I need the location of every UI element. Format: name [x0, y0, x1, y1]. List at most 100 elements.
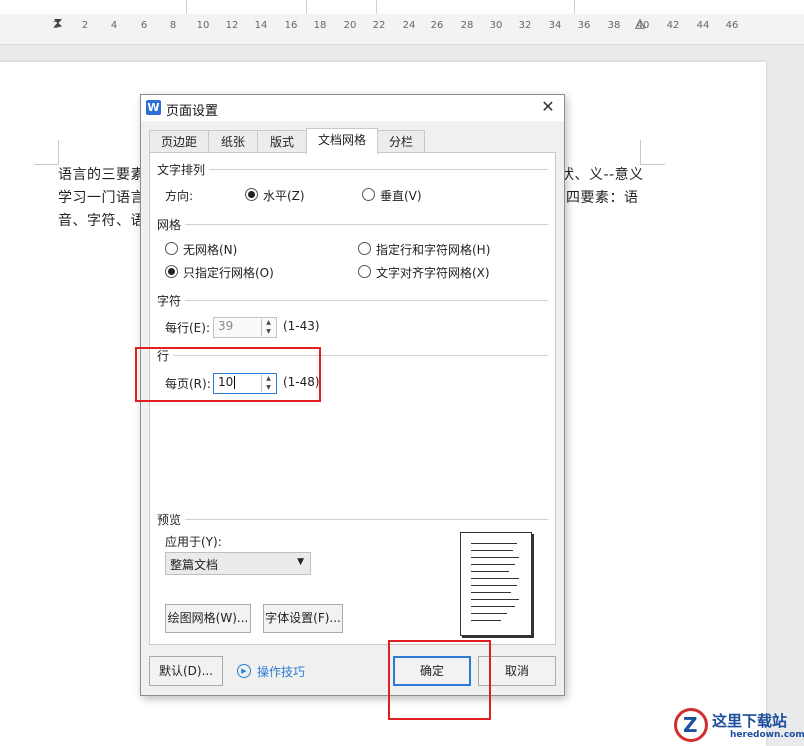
chars-per-line-value: 39: [218, 319, 234, 333]
toolbar-separator: [306, 0, 307, 14]
group-divider: [157, 224, 548, 225]
direction-horizontal-radio[interactable]: [245, 188, 258, 201]
chars-per-line-label: 每行(E):: [165, 321, 210, 335]
spinner-up-icon: ▲: [266, 319, 271, 326]
preview-text-line: [471, 571, 509, 572]
apply-to-value: 整篇文档: [170, 558, 219, 572]
margin-corner-mark: [640, 140, 665, 165]
ruler-tick-label: 38: [607, 20, 621, 31]
preview-text-line: [471, 578, 519, 579]
preview-text-line: [471, 557, 519, 558]
group-divider: [157, 169, 548, 170]
preview-text-line: [471, 543, 517, 544]
ruler-tick-label: 18: [313, 20, 327, 31]
wps-writer-icon: W: [146, 100, 161, 115]
ruler-tick-label: 6: [140, 20, 148, 31]
draw-grid-button[interactable]: 绘图网格(W)...: [165, 604, 251, 633]
margin-corner-mark: [34, 140, 59, 165]
document-text-line: 状、义--意义: [560, 167, 644, 183]
spinner-down-icon: ▼: [266, 328, 271, 335]
chars-range-label: (1-43): [283, 319, 320, 333]
indent-marker-icon[interactable]: ⧗: [53, 16, 62, 31]
preview-text-line: [471, 585, 517, 586]
grid-none-label[interactable]: 无网格(N): [183, 241, 237, 258]
group-divider: [157, 519, 548, 520]
tab-document-grid[interactable]: 文档网格: [306, 128, 378, 154]
grid-align-char-radio[interactable]: [358, 265, 371, 278]
toolbar-separator: [186, 0, 187, 14]
grid-line-and-char-radio[interactable]: [358, 242, 371, 255]
ruler-tick-label: 28: [460, 20, 474, 31]
grid-align-char-label[interactable]: 文字对齐字符网格(X): [376, 264, 490, 281]
ruler-tick-label: 16: [284, 20, 298, 31]
preview-text-line: [471, 564, 515, 565]
toolbar-separator: [376, 0, 377, 14]
chevron-down-icon: ▼: [297, 557, 304, 567]
watermark-brand: 这里下载站: [712, 712, 788, 730]
ruler-tick-label: 12: [225, 20, 239, 31]
preview-text-line: [471, 620, 501, 621]
ruler-tick-label: 4: [110, 20, 118, 31]
highlight-ok-button: [388, 640, 491, 720]
chars-group-label: 字符: [157, 292, 186, 309]
text-direction-group-label: 文字排列: [157, 161, 210, 178]
font-settings-button[interactable]: 字体设置(F)...: [263, 604, 343, 633]
preview-text-line: [471, 592, 511, 593]
tab-columns[interactable]: 分栏: [377, 130, 425, 153]
grid-group-label: 网格: [157, 216, 186, 233]
close-icon[interactable]: ✕: [538, 97, 558, 117]
horizontal-ruler[interactable]: 2 2 4 6 8 10 12 14 16 18 20 22 24 26 28 30 32 34 36 38 40 42 4…: [0, 14, 804, 45]
grid-line-only-label[interactable]: 只指定行网格(O): [183, 264, 274, 281]
ruler-tick-label: 14: [254, 20, 268, 31]
tab-margins[interactable]: 页边距: [149, 130, 209, 153]
watermark-url: heredown.com: [730, 730, 804, 740]
document-text-line: 语言的三要素: [58, 167, 145, 183]
page-preview-thumbnail: [460, 532, 532, 636]
default-button[interactable]: 默认(D)...: [149, 656, 223, 686]
document-text-line: 音、字符、语: [58, 213, 145, 229]
preview-group-label: 预览: [157, 511, 186, 528]
ruler-tick-label: 44: [696, 20, 710, 31]
top-toolbar: [0, 0, 804, 15]
spinner-buttons: ▲ ▼: [261, 319, 275, 336]
direction-vertical-label[interactable]: 垂直(V): [380, 187, 422, 204]
dialog-title: 页面设置: [166, 104, 219, 119]
ruler-tick-label: 20: [343, 20, 357, 31]
direction-vertical-radio[interactable]: [362, 188, 375, 201]
document-text-line: 学习一门语言: [58, 190, 145, 206]
document-text-line: 四要素：语: [566, 190, 639, 206]
chars-per-line-spinner: 39 ▲ ▼: [213, 317, 277, 338]
ruler-tick-label: 36: [577, 20, 591, 31]
ruler-tick-label: 8: [169, 20, 177, 31]
ruler-tick-label: 26: [430, 20, 444, 31]
highlight-lines-per-page: [135, 347, 321, 402]
grid-line-and-char-label[interactable]: 指定行和字符网格(H): [376, 241, 490, 258]
apply-to-select[interactable]: 整篇文档 ▼: [165, 552, 311, 575]
preview-text-line: [471, 613, 507, 614]
ruler-tick-label: 34: [548, 20, 562, 31]
preview-text-line: [471, 550, 513, 551]
indent-marker-icon[interactable]: △: [635, 16, 645, 31]
ruler-tick-label: 42: [666, 20, 680, 31]
grid-line-only-radio[interactable]: [165, 265, 178, 278]
direction-horizontal-label[interactable]: 水平(Z): [263, 187, 305, 204]
tab-paper[interactable]: 纸张: [208, 130, 258, 153]
preview-text-line: [471, 606, 515, 607]
watermark-logo-icon: Z: [674, 708, 708, 742]
ruler-tick-label: 24: [402, 20, 416, 31]
toolbar-separator: [574, 0, 575, 14]
ruler-tick-label: 32: [518, 20, 532, 31]
ruler-tick-label: 2: [81, 20, 89, 31]
dialog-titlebar[interactable]: W 页面设置 ✕: [141, 95, 564, 121]
preview-text-line: [471, 599, 519, 600]
play-tips-icon[interactable]: ▶: [237, 664, 251, 678]
ruler-tick-label: 46: [725, 20, 739, 31]
site-watermark: Z 这里下载站 heredown.com: [672, 706, 804, 746]
direction-label: 方向:: [165, 189, 194, 203]
tips-link[interactable]: 操作技巧: [257, 663, 305, 680]
grid-none-radio[interactable]: [165, 242, 178, 255]
apply-to-label: 应用于(Y):: [165, 535, 222, 549]
group-divider: [157, 300, 548, 301]
tab-layout[interactable]: 版式: [257, 130, 307, 153]
ruler-tick-label: 30: [489, 20, 503, 31]
